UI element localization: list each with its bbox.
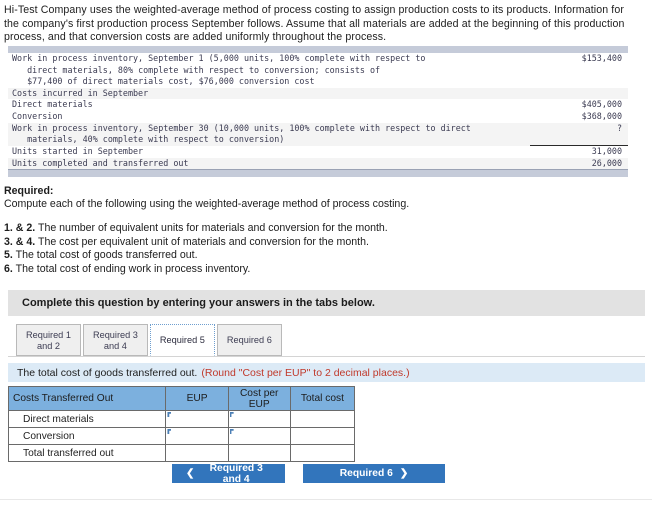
table-row: Conversion $368,000 bbox=[8, 111, 628, 123]
required-item: 1. & 2. The number of equivalent units f… bbox=[4, 222, 504, 235]
next-requirement-button[interactable]: Required 6 ❯ bbox=[303, 464, 445, 483]
table-row: Total transferred out bbox=[7, 444, 356, 462]
row-label-direct-materials: Direct materials bbox=[7, 410, 167, 428]
tab-required-6[interactable]: Required 6 bbox=[216, 324, 282, 356]
complete-question-banner: Complete this question by entering your … bbox=[8, 290, 645, 316]
required-item-text: The number of equivalent units for mater… bbox=[35, 222, 388, 235]
cell-total-eup bbox=[165, 444, 229, 462]
instruction-rounding-note: (Round "Cost per EUP" to 2 decimal place… bbox=[201, 366, 410, 379]
intro-paragraph: Hi-Test Company uses the weighted-averag… bbox=[4, 4, 625, 43]
input-direct-materials-cost-per-eup[interactable] bbox=[227, 410, 291, 428]
given-data-grid: Work in process inventory, September 1 (… bbox=[8, 53, 628, 170]
previous-requirement-button[interactable]: ❮ Required 3 and 4 bbox=[172, 462, 285, 485]
answer-table-header-row: Costs Transferred Out EUP Cost per EUP T… bbox=[7, 386, 356, 411]
answer-table-container: Costs Transferred Out EUP Cost per EUP T… bbox=[7, 386, 356, 462]
required-item: 3. & 4. The cost per equivalent unit of … bbox=[4, 236, 504, 249]
row-value: ? bbox=[530, 122, 628, 147]
row-label: Conversion bbox=[12, 110, 63, 121]
tabs-underline bbox=[8, 356, 645, 357]
footer-divider bbox=[0, 499, 652, 500]
required-item-text: The cost per equivalent unit of material… bbox=[35, 235, 369, 248]
input-direct-materials-eup[interactable] bbox=[165, 410, 229, 428]
given-data-table: Work in process inventory, September 1 (… bbox=[8, 46, 628, 178]
chevron-left-icon: ❮ bbox=[186, 467, 195, 479]
required-item-number: 3. & 4. bbox=[4, 235, 36, 248]
row-label: Units completed and transferred out bbox=[8, 157, 530, 170]
cell-conversion-total-cost[interactable] bbox=[289, 427, 356, 445]
tab-required-5[interactable]: Required 5 bbox=[149, 324, 215, 356]
row-label-total-transferred-out: Total transferred out bbox=[7, 444, 167, 462]
row-label: Costs incurred in September bbox=[8, 87, 530, 100]
row-value: 26,000 bbox=[530, 157, 628, 170]
header-cost-per-eup-text: Cost per EUP bbox=[239, 387, 279, 410]
row-label-conversion: Conversion bbox=[7, 427, 167, 445]
cell-marker-icon bbox=[229, 429, 234, 434]
cell-total-transferred-out-total-cost[interactable] bbox=[289, 444, 356, 462]
requirement-instruction: The total cost of goods transferred out.… bbox=[8, 363, 645, 382]
row-label: Direct materials bbox=[12, 99, 93, 110]
table-row: Units completed and transferred out 26,0… bbox=[8, 157, 628, 170]
row-value: $405,000 bbox=[581, 99, 622, 110]
requirement-tabs: Required 1 and 2 Required 3 and 4 Requir… bbox=[16, 324, 284, 356]
required-items-list: 1. & 2. The number of equivalent units f… bbox=[4, 222, 504, 276]
next-requirement-label: Required 6 bbox=[339, 468, 393, 479]
cell-marker-icon bbox=[167, 429, 172, 434]
previous-requirement-label: Required 3 and 4 bbox=[209, 462, 263, 485]
required-item-number: 5. bbox=[4, 249, 13, 262]
data-table-top-bar bbox=[8, 46, 628, 53]
cell-marker-icon bbox=[229, 412, 234, 417]
required-item: 6. The total cost of ending work in proc… bbox=[4, 263, 504, 276]
navigation-buttons: ❮ Required 3 and 4 Required 6 ❯ bbox=[172, 462, 445, 485]
cell-marker-icon bbox=[167, 412, 172, 417]
tab-required-1-and-2[interactable]: Required 1 and 2 bbox=[16, 324, 81, 356]
required-heading: Required: bbox=[4, 185, 54, 197]
input-conversion-eup[interactable] bbox=[165, 427, 229, 445]
required-item-number: 6. bbox=[4, 262, 13, 275]
required-item-number: 1. & 2. bbox=[4, 222, 36, 235]
required-section: Required: Compute each of the following … bbox=[4, 185, 504, 276]
required-subheading: Compute each of the following using the … bbox=[4, 198, 410, 211]
chevron-right-icon: ❯ bbox=[399, 467, 409, 479]
header-costs-transferred-out: Costs Transferred Out bbox=[7, 386, 167, 411]
table-row: Costs incurred in September bbox=[8, 87, 628, 100]
cell-direct-materials-total-cost[interactable] bbox=[289, 410, 356, 428]
complete-question-text: Complete this question by entering your … bbox=[22, 297, 375, 309]
required-item-text: The total cost of ending work in process… bbox=[12, 262, 251, 275]
data-table-bottom-bar bbox=[8, 169, 628, 178]
header-eup: EUP bbox=[165, 386, 229, 411]
table-row: Work in process inventory, September 30 … bbox=[8, 122, 628, 147]
row-value: $153,400 bbox=[581, 53, 622, 63]
header-cost-per-eup: Cost per EUP bbox=[227, 386, 291, 411]
tab-required-3-and-4[interactable]: Required 3 and 4 bbox=[82, 324, 148, 356]
required-item-text: The total cost of goods transferred out. bbox=[12, 249, 198, 262]
row-label: Work in process inventory, September 1 (… bbox=[12, 53, 426, 87]
required-item: 5. The total cost of goods transferred o… bbox=[4, 249, 504, 262]
table-row: Conversion bbox=[7, 427, 356, 445]
row-label: Units started in September bbox=[12, 145, 144, 156]
question-page: Hi-Test Company uses the weighted-averag… bbox=[0, 0, 652, 505]
costs-transferred-out-table: Costs Transferred Out EUP Cost per EUP T… bbox=[7, 386, 356, 462]
table-row: Direct materials bbox=[7, 410, 356, 428]
table-row: Direct materials $405,000 bbox=[8, 99, 628, 111]
table-row: Work in process inventory, September 1 (… bbox=[8, 53, 628, 88]
cell-total-cost-per-eup bbox=[227, 444, 291, 462]
header-total-cost: Total cost bbox=[289, 386, 356, 411]
row-value: 31,000 bbox=[591, 146, 622, 157]
table-row: Units started in September 31,000 bbox=[8, 146, 628, 158]
instruction-main-text: The total cost of goods transferred out. bbox=[17, 366, 198, 379]
input-conversion-cost-per-eup[interactable] bbox=[227, 427, 291, 445]
row-label: Work in process inventory, September 30 … bbox=[8, 122, 530, 146]
row-value bbox=[530, 87, 628, 100]
row-value: $368,000 bbox=[581, 110, 622, 121]
